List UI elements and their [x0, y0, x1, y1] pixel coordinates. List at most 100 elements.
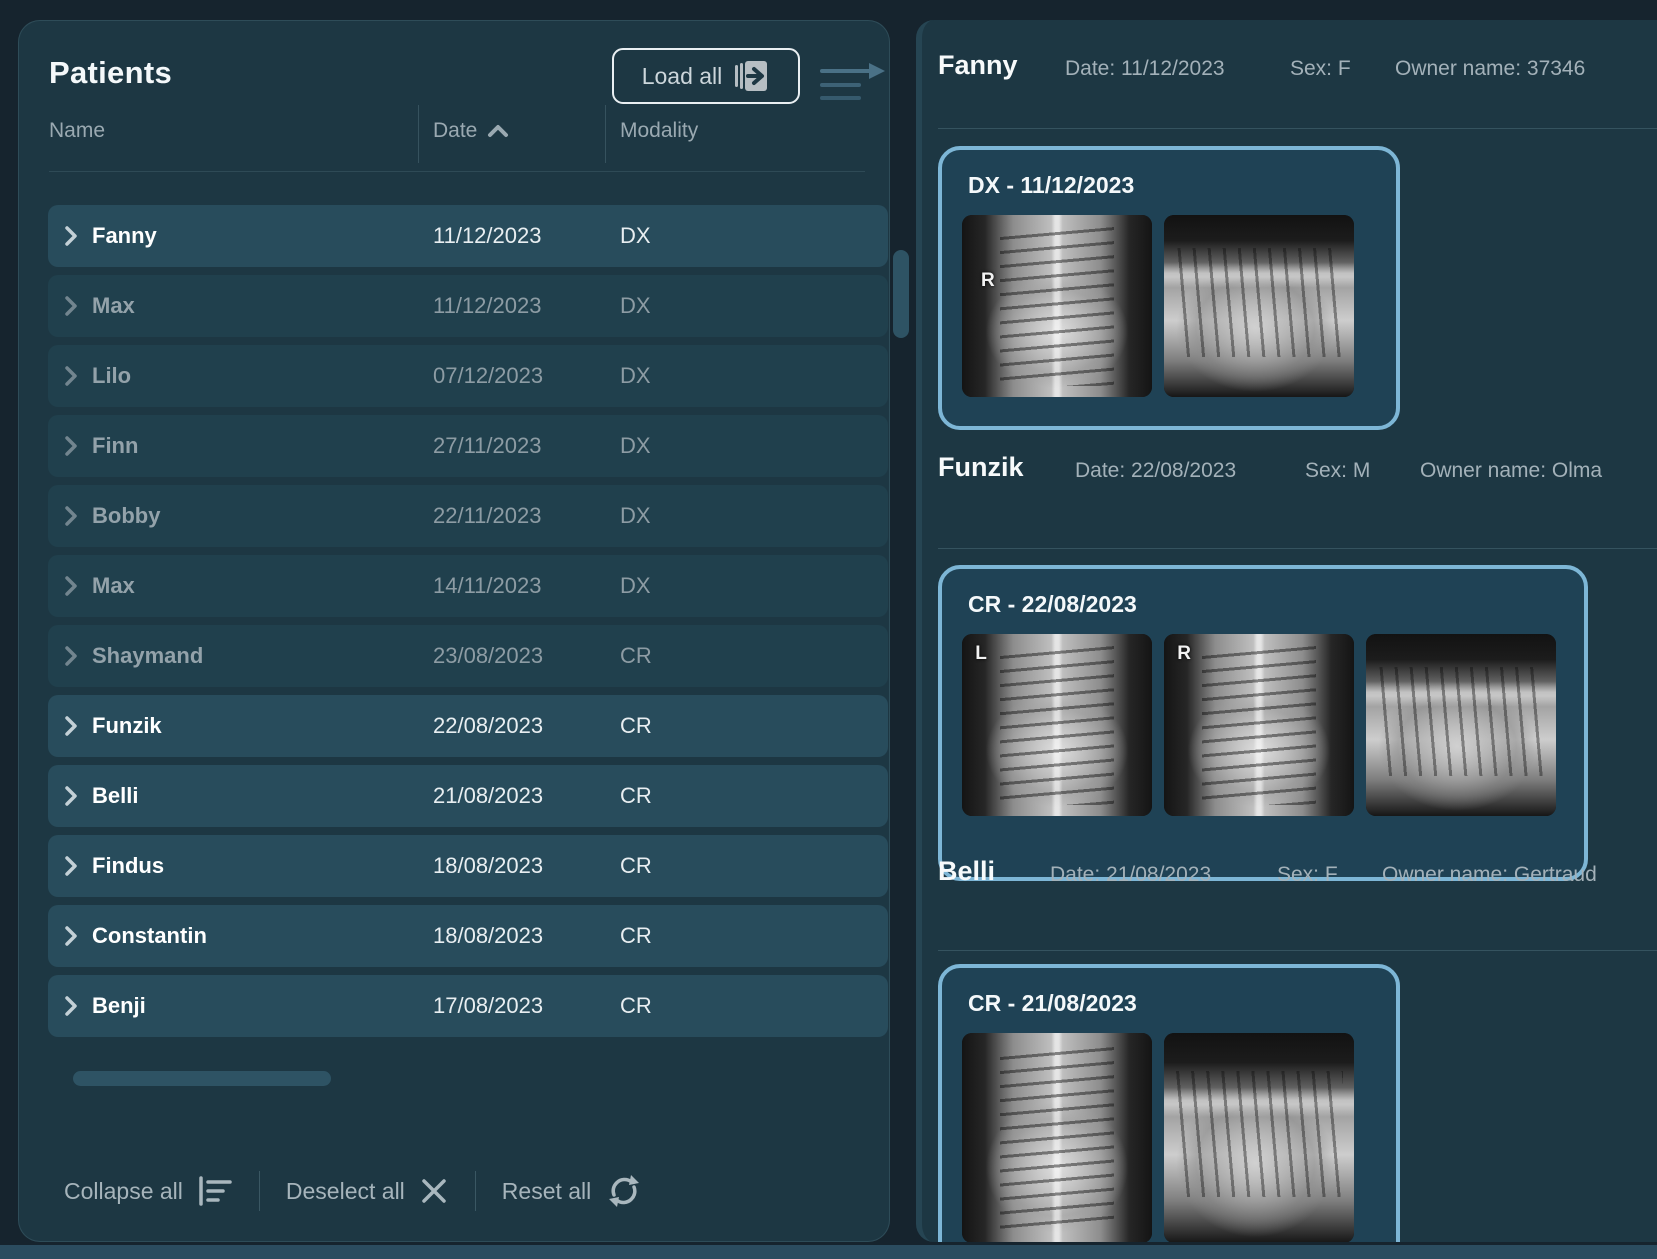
close-icon: [419, 1176, 449, 1206]
patient-name: Fanny: [92, 223, 157, 249]
list-footer: Collapse all Deselect all: [64, 1169, 643, 1213]
patient-name: Belli: [92, 783, 138, 809]
study-card-fanny[interactable]: DX - 11/12/2023 R: [938, 146, 1400, 430]
study-card-title: DX - 11/12/2023: [968, 172, 1376, 199]
chevron-right-icon[interactable]: [64, 925, 78, 947]
patient-date: 21/08/2023: [433, 783, 543, 809]
patient-modality: DX: [620, 293, 651, 319]
patient-row-benji[interactable]: Benji 17/08/2023 CR: [48, 975, 888, 1037]
deselect-all-label: Deselect all: [286, 1178, 405, 1205]
xray-thumbnail[interactable]: R: [962, 215, 1152, 397]
patient-row-max[interactable]: Max 11/12/2023 DX: [48, 275, 888, 337]
section-date: Date: 21/08/2023: [1050, 863, 1211, 887]
patient-modality: CR: [620, 993, 652, 1019]
xray-thumbnail[interactable]: [1366, 634, 1556, 816]
chevron-right-icon[interactable]: [64, 785, 78, 807]
chevron-right-icon[interactable]: [64, 855, 78, 877]
section-patient-name: Fanny: [938, 50, 1018, 81]
section-patient-name: Belli: [938, 856, 995, 887]
section-patient-name: Funzik: [938, 452, 1024, 483]
patient-name: Benji: [92, 993, 146, 1019]
collapse-all-label: Collapse all: [64, 1178, 183, 1205]
laterality-marker: R: [1177, 643, 1191, 665]
refresh-icon: [605, 1173, 643, 1209]
section-date: Date: 22/08/2023: [1075, 459, 1236, 483]
chevron-right-icon[interactable]: [64, 225, 78, 247]
patient-list: Fanny 11/12/2023 DX Max 11/12/2023 DX Li…: [19, 21, 889, 1241]
patient-date: 11/12/2023: [433, 293, 541, 319]
section-sex: Sex: F: [1277, 863, 1338, 887]
patient-date: 18/08/2023: [433, 923, 543, 949]
patient-date: 07/12/2023: [433, 363, 543, 389]
patient-name: Bobby: [92, 503, 160, 529]
patient-row-fanny[interactable]: Fanny 11/12/2023 DX: [48, 205, 888, 267]
reset-all-label: Reset all: [502, 1178, 591, 1205]
study-card-belli[interactable]: CR - 21/08/2023: [938, 964, 1400, 1242]
patient-date: 22/08/2023: [433, 713, 543, 739]
app-window: Patients Load all Name: [0, 0, 1657, 1259]
patient-name: Max: [92, 573, 135, 599]
patient-modality: CR: [620, 643, 652, 669]
xray-thumbnail[interactable]: [1164, 1033, 1354, 1242]
patient-name: Max: [92, 293, 135, 319]
patient-date: 22/11/2023: [433, 503, 541, 529]
patient-modality: DX: [620, 223, 651, 249]
patient-name: Finn: [92, 433, 138, 459]
xray-thumbnail[interactable]: R: [1164, 634, 1354, 816]
patient-modality: DX: [620, 573, 651, 599]
laterality-marker: R: [981, 270, 995, 292]
chevron-right-icon[interactable]: [64, 995, 78, 1017]
chevron-right-icon[interactable]: [64, 435, 78, 457]
section-date: Date: 11/12/2023: [1065, 57, 1225, 81]
reset-all-button[interactable]: Reset all: [502, 1173, 643, 1209]
patient-row-lilo[interactable]: Lilo 07/12/2023 DX: [48, 345, 888, 407]
patient-name: Funzik: [92, 713, 162, 739]
chevron-right-icon[interactable]: [64, 645, 78, 667]
section-owner: Owner name: 37346: [1395, 57, 1585, 81]
vertical-scrollbar[interactable]: [893, 250, 909, 338]
patient-row-constantin[interactable]: Constantin 18/08/2023 CR: [48, 905, 888, 967]
patient-modality: DX: [620, 503, 651, 529]
xray-thumbnail[interactable]: L: [962, 634, 1152, 816]
patient-row-max-2[interactable]: Max 14/11/2023 DX: [48, 555, 888, 617]
collapse-all-icon: [197, 1175, 233, 1207]
patient-modality: CR: [620, 853, 652, 879]
patient-modality: CR: [620, 713, 652, 739]
section-rule: [938, 950, 1657, 951]
patient-row-bobby[interactable]: Bobby 22/11/2023 DX: [48, 485, 888, 547]
horizontal-scrollbar[interactable]: [73, 1071, 331, 1086]
xray-thumbnail[interactable]: [962, 1033, 1152, 1242]
chevron-right-icon[interactable]: [64, 365, 78, 387]
patient-row-findus[interactable]: Findus 18/08/2023 CR: [48, 835, 888, 897]
patient-date: 14/11/2023: [433, 573, 541, 599]
xray-thumbnail[interactable]: [1164, 215, 1354, 397]
section-owner: Owner name: Gertraud: [1382, 863, 1597, 887]
patient-row-finn[interactable]: Finn 27/11/2023 DX: [48, 415, 888, 477]
chevron-right-icon[interactable]: [64, 505, 78, 527]
patients-panel: Patients Load all Name: [18, 20, 890, 1242]
chevron-right-icon[interactable]: [64, 295, 78, 317]
patient-name: Shaymand: [92, 643, 203, 669]
patient-date: 11/12/2023: [433, 223, 541, 249]
section-owner: Owner name: Olma: [1420, 459, 1602, 483]
laterality-marker: L: [975, 643, 987, 665]
patient-row-funzik[interactable]: Funzik 22/08/2023 CR: [48, 695, 888, 757]
chevron-right-icon[interactable]: [64, 575, 78, 597]
section-rule: [938, 128, 1657, 129]
patient-name: Constantin: [92, 923, 207, 949]
chevron-right-icon[interactable]: [64, 715, 78, 737]
patient-date: 23/08/2023: [433, 643, 543, 669]
footer-divider: [475, 1171, 476, 1211]
study-card-title: CR - 22/08/2023: [968, 591, 1564, 618]
patient-row-belli[interactable]: Belli 21/08/2023 CR: [48, 765, 888, 827]
study-card-funzik[interactable]: CR - 22/08/2023 L R: [938, 565, 1588, 881]
collapse-all-button[interactable]: Collapse all: [64, 1175, 233, 1207]
deselect-all-button[interactable]: Deselect all: [286, 1176, 449, 1206]
patient-date: 17/08/2023: [433, 993, 543, 1019]
patient-modality: CR: [620, 923, 652, 949]
thumbnail-row: R: [962, 215, 1376, 397]
patient-modality: DX: [620, 363, 651, 389]
patient-modality: DX: [620, 433, 651, 459]
section-rule: [938, 548, 1657, 549]
patient-row-shaymand[interactable]: Shaymand 23/08/2023 CR: [48, 625, 888, 687]
